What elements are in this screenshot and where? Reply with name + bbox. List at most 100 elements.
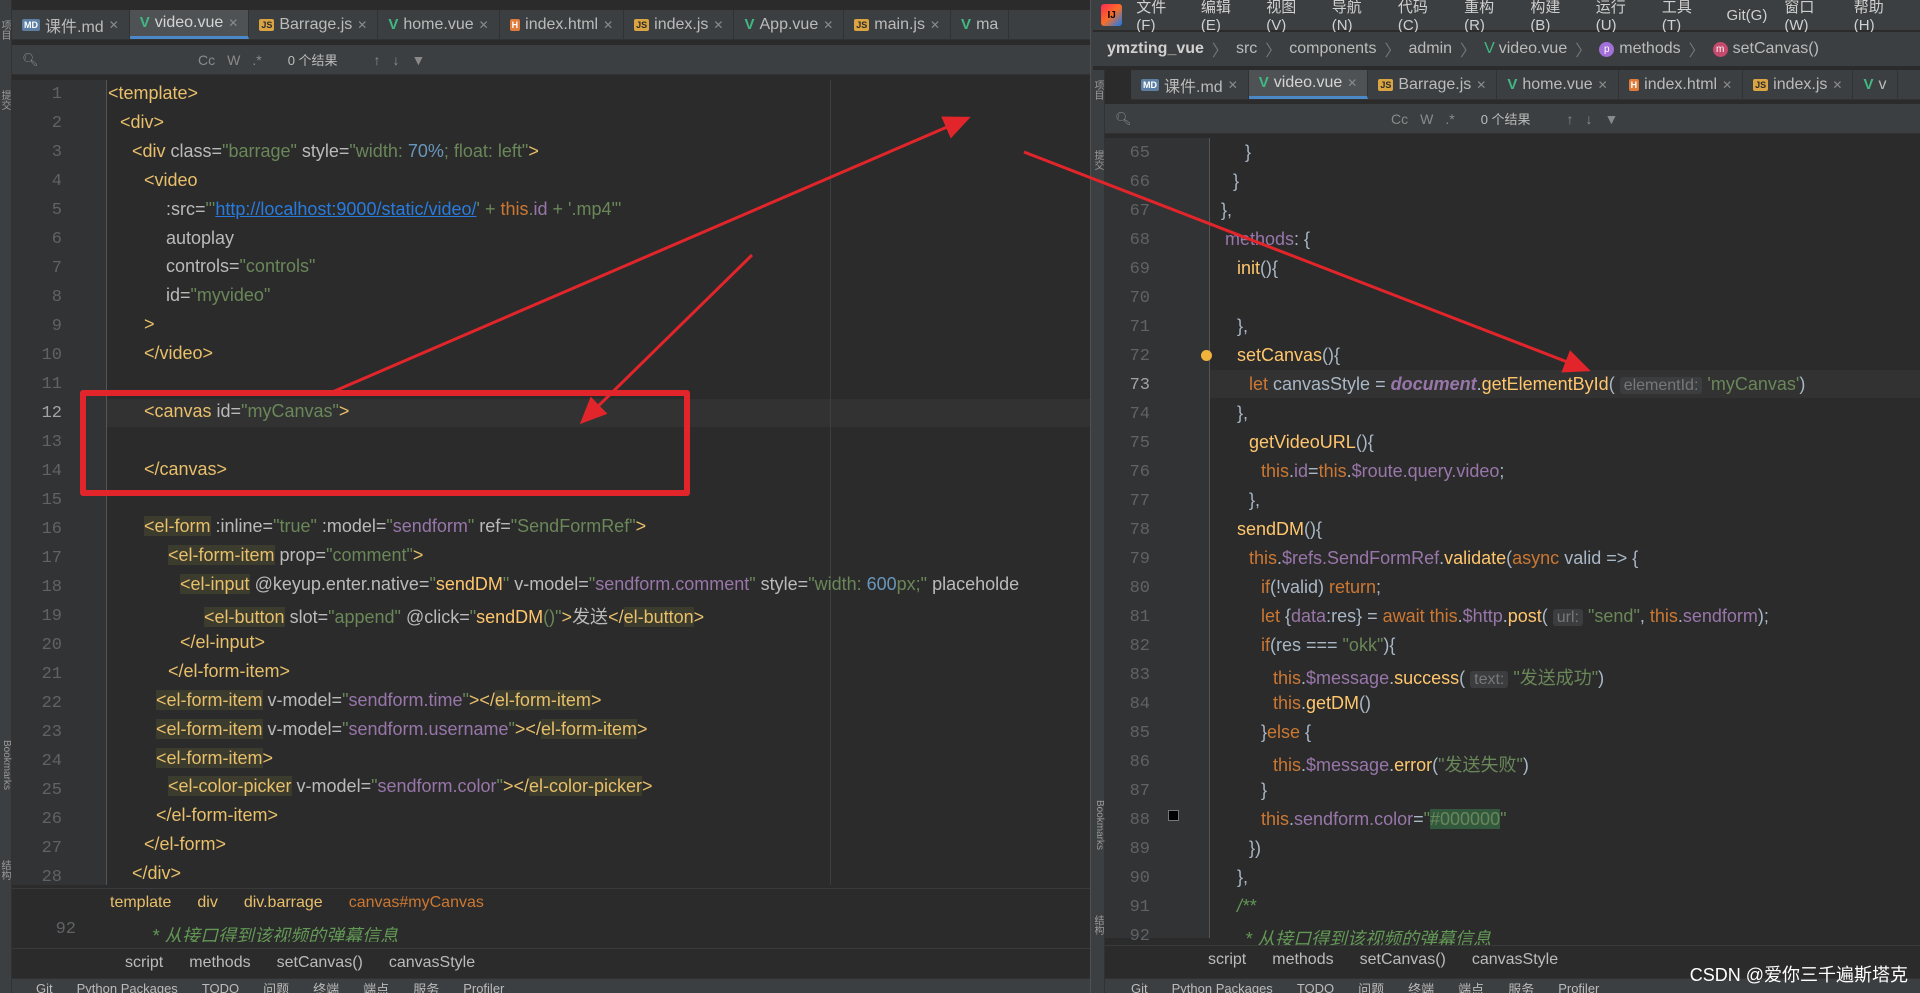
tab-overflow[interactable]: Vv — [1853, 70, 1898, 99]
tab-video-vue[interactable]: Vvideo.vue ✕ — [129, 10, 250, 39]
path-project[interactable]: ymzting_vue — [1107, 40, 1204, 58]
regex-toggle[interactable]: .* — [1445, 111, 1454, 127]
match-case-toggle[interactable]: Cc — [1391, 111, 1408, 127]
tab-index-js[interactable]: JS index.js ✕ — [624, 10, 735, 39]
close-icon[interactable]: ✕ — [930, 18, 940, 32]
commit-tool-label[interactable]: 提交 — [1093, 150, 1105, 170]
path-item[interactable]: setCanvas() — [1733, 40, 1819, 58]
menu-navigate[interactable]: 导航(N) — [1332, 0, 1381, 34]
tool-todo[interactable]: TODO — [202, 981, 239, 993]
close-icon[interactable]: ✕ — [1598, 78, 1608, 92]
path-item[interactable]: components — [1289, 40, 1376, 58]
menu-edit[interactable]: 编辑(E) — [1201, 0, 1249, 34]
close-icon[interactable]: ✕ — [1476, 78, 1486, 92]
path-item[interactable]: methods — [1619, 40, 1680, 58]
tab-home-vue[interactable]: Vhome.vue ✕ — [1497, 70, 1619, 99]
project-tool-label[interactable]: 项目 — [1093, 80, 1105, 100]
path-item[interactable]: src — [1236, 40, 1257, 58]
menu-refactor[interactable]: 重构(R) — [1464, 0, 1513, 34]
menu-file[interactable]: 文件(F) — [1136, 0, 1184, 34]
breadcrumb-item[interactable]: setCanvas() — [277, 954, 363, 972]
breadcrumb-item[interactable]: canvasStyle — [1472, 951, 1558, 969]
tool-terminal[interactable]: 终端 — [313, 979, 339, 993]
regex-toggle[interactable]: .* — [252, 52, 261, 68]
tool-endpoints[interactable]: 端点 — [1458, 979, 1484, 993]
tab-kejian-md[interactable]: MD 课件.md ✕ — [12, 10, 130, 39]
menu-code[interactable]: 代码(C) — [1398, 0, 1447, 34]
close-icon[interactable]: ✕ — [1832, 78, 1842, 92]
tab-home-vue[interactable]: Vhome.vue ✕ — [378, 10, 500, 39]
breadcrumb-item[interactable]: script — [125, 954, 163, 972]
tab-app-vue[interactable]: V App.vue ✕ — [734, 10, 845, 39]
whole-word-toggle[interactable]: W — [227, 52, 240, 68]
menu-run[interactable]: 运行(U) — [1596, 0, 1645, 34]
breadcrumb-item[interactable]: methods — [189, 954, 250, 972]
filter-icon[interactable]: ▼ — [412, 52, 426, 68]
commit-tool-label[interactable]: 提交 — [0, 90, 12, 110]
tool-python-packages[interactable]: Python Packages — [1172, 981, 1273, 993]
tool-todo[interactable]: TODO — [1297, 981, 1334, 993]
tab-kejian-md[interactable]: MD 课件.md ✕ — [1131, 70, 1249, 99]
close-icon[interactable]: ✕ — [603, 18, 613, 32]
match-case-toggle[interactable]: Cc — [198, 52, 215, 68]
menu-view[interactable]: 视图(V) — [1266, 0, 1314, 34]
tool-services[interactable]: 服务 — [1508, 979, 1534, 993]
breadcrumb-item[interactable]: methods — [1272, 951, 1333, 969]
next-occurrence-icon[interactable]: ↓ — [393, 52, 400, 68]
menu-help[interactable]: 帮助(H) — [1854, 0, 1903, 34]
tool-git[interactable]: Git — [1131, 981, 1148, 993]
path-item[interactable]: video.vue — [1499, 40, 1568, 58]
close-icon[interactable]: ✕ — [228, 16, 238, 30]
project-tool-label[interactable]: 项目 — [0, 20, 12, 40]
close-icon[interactable]: ✕ — [479, 18, 489, 32]
breadcrumb-item[interactable]: canvasStyle — [389, 954, 475, 972]
tool-problems[interactable]: 问题 — [263, 979, 289, 993]
close-icon[interactable]: ✕ — [823, 18, 833, 32]
tool-python-packages[interactable]: Python Packages — [77, 981, 178, 993]
tab-index-js[interactable]: JS index.js ✕ — [1743, 70, 1854, 99]
whole-word-toggle[interactable]: W — [1420, 111, 1433, 127]
close-icon[interactable]: ✕ — [1722, 78, 1732, 92]
search-icon[interactable]: 🔍︎ — [22, 52, 192, 68]
tab-index-html[interactable]: Hindex.html ✕ — [1619, 70, 1744, 99]
close-icon[interactable]: ✕ — [1347, 76, 1357, 90]
tab-index-html[interactable]: Hindex.html ✕ — [500, 10, 625, 39]
search-icon[interactable]: 🔍︎ — [1115, 111, 1385, 127]
breadcrumb-item[interactable]: canvas#myCanvas — [349, 894, 484, 912]
breadcrumb-item[interactable]: div — [197, 894, 217, 912]
tool-git[interactable]: Git — [36, 981, 53, 993]
close-icon[interactable]: ✕ — [357, 18, 367, 32]
prev-occurrence-icon[interactable]: ↑ — [1567, 111, 1574, 127]
tool-problems[interactable]: 问题 — [1358, 979, 1384, 993]
structure-tool-label[interactable]: 结构 — [1093, 915, 1105, 935]
next-occurrence-icon[interactable]: ↓ — [1586, 111, 1593, 127]
close-icon[interactable]: ✕ — [1228, 78, 1238, 92]
close-icon[interactable]: ✕ — [713, 18, 723, 32]
tab-barrage-js[interactable]: JS Barrage.js ✕ — [1368, 70, 1498, 99]
tab-overflow[interactable]: Vma — [951, 10, 1010, 39]
menu-build[interactable]: 构建(B) — [1530, 0, 1578, 34]
intention-bulb-icon[interactable] — [1201, 350, 1212, 361]
tool-profiler[interactable]: Profiler — [463, 981, 504, 993]
prev-occurrence-icon[interactable]: ↑ — [374, 52, 381, 68]
bookmarks-tool-label[interactable]: Bookmarks — [0, 740, 12, 790]
menu-git[interactable]: Git(G) — [1727, 7, 1768, 24]
close-icon[interactable]: ✕ — [109, 18, 119, 32]
menu-tools[interactable]: 工具(T) — [1662, 0, 1710, 34]
menu-window[interactable]: 窗口(W) — [1784, 0, 1836, 34]
tool-profiler[interactable]: Profiler — [1558, 981, 1599, 993]
breadcrumb-item[interactable]: setCanvas() — [1360, 951, 1446, 969]
tool-endpoints[interactable]: 端点 — [363, 979, 389, 993]
filter-icon[interactable]: ▼ — [1605, 111, 1619, 127]
structure-tool-label[interactable]: 结构 — [0, 860, 12, 880]
breadcrumb-item[interactable]: div.barrage — [244, 894, 323, 912]
tab-main-js[interactable]: JS main.js ✕ — [844, 10, 952, 39]
tool-terminal[interactable]: 终端 — [1408, 979, 1434, 993]
path-item[interactable]: admin — [1408, 40, 1452, 58]
tab-barrage-js[interactable]: JS Barrage.js ✕ — [249, 10, 379, 39]
tool-services[interactable]: 服务 — [413, 979, 439, 993]
bookmarks-tool-label[interactable]: Bookmarks — [1093, 800, 1105, 850]
breadcrumb-item[interactable]: script — [1208, 951, 1246, 969]
color-swatch-icon[interactable] — [1168, 810, 1179, 821]
tab-video-vue[interactable]: Vvideo.vue ✕ — [1248, 70, 1369, 99]
